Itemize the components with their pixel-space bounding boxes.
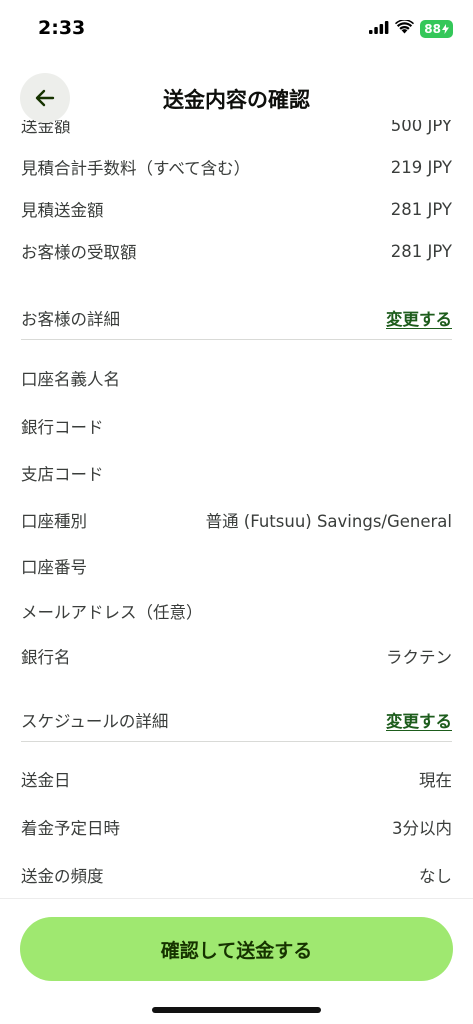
- confirm-and-send-button[interactable]: 確認して送金する: [20, 917, 453, 981]
- row-value: 3分以内: [392, 819, 452, 838]
- detail-row-bank-code: 銀行コード: [0, 402, 473, 449]
- row-label: お客様の受取額: [21, 243, 137, 262]
- row-label: 口座番号: [21, 557, 87, 577]
- charging-bolt-icon: [442, 23, 449, 34]
- row-label: メールアドレス（任意）: [21, 602, 203, 622]
- summary-row-converted-amount: 見積送金額 281 JPY: [0, 188, 473, 230]
- row-label: 見積送金額: [21, 201, 104, 220]
- status-icons: 88: [369, 19, 453, 38]
- header: 送金内容の確認: [0, 56, 473, 123]
- detail-row-account-type: 口座種別 普通 (Futsuu) Savings/General: [0, 497, 473, 543]
- wifi-icon: [395, 19, 415, 38]
- row-label: 口座種別: [21, 512, 87, 531]
- row-label: 銀行コード: [21, 417, 104, 437]
- summary-row-fee: 見積合計手数料（すべて含む） 219 JPY: [0, 146, 473, 188]
- bottom-action-bar: 確認して送金する: [0, 898, 473, 1024]
- row-label: 送金日: [21, 771, 71, 790]
- detail-row-account-holder: 口座名義人名: [0, 354, 473, 402]
- content: 送金額 500 JPY 見積合計手数料（すべて含む） 219 JPY 見積送金額…: [0, 112, 473, 898]
- page-title: 送金内容の確認: [163, 88, 310, 112]
- battery-icon: 88: [420, 19, 453, 38]
- schedule-row-transfer-date: 送金日 現在: [0, 755, 473, 803]
- status-bar: 2:33 88: [0, 0, 473, 56]
- recipient-details: 口座名義人名 銀行コード 支店コード 口座種別 普通 (Futsuu) Savi…: [0, 354, 473, 678]
- section-title: スケジュールの詳細: [21, 711, 169, 731]
- status-time: 2:33: [38, 17, 86, 39]
- row-label: 支店コード: [21, 465, 104, 484]
- schedule-details: 送金日 現在 着金予定日時 3分以内 送金の頻度 なし: [0, 755, 473, 898]
- cellular-signal-icon: [369, 19, 389, 38]
- transfer-summary: 送金額 500 JPY 見積合計手数料（すべて含む） 219 JPY 見積送金額…: [0, 112, 473, 272]
- row-value: 219 JPY: [390, 157, 452, 177]
- row-value: 281 JPY: [390, 199, 452, 219]
- detail-row-branch-code: 支店コード: [0, 449, 473, 497]
- section-title: お客様の詳細: [21, 309, 120, 329]
- schedule-row-frequency: 送金の頻度 なし: [0, 851, 473, 898]
- row-label: 送金の頻度: [21, 867, 104, 886]
- detail-row-bank-name: 銀行名 ラクテン: [0, 633, 473, 678]
- row-label: 着金予定日時: [21, 819, 120, 838]
- row-value: 現在: [419, 771, 452, 790]
- row-label: 銀行名: [21, 647, 71, 667]
- row-value: ラクテン: [386, 647, 452, 667]
- row-value: 普通 (Futsuu) Savings/General: [205, 512, 452, 531]
- detail-row-account-number: 口座番号: [0, 543, 473, 588]
- content-scroll-area[interactable]: 送金額 500 JPY 見積合計手数料（すべて含む） 219 JPY 見積送金額…: [0, 112, 473, 898]
- edit-schedule-link[interactable]: 変更する: [386, 708, 452, 732]
- edit-recipient-link[interactable]: 変更する: [386, 306, 452, 330]
- row-value: なし: [419, 867, 452, 886]
- detail-row-email: メールアドレス（任意）: [0, 588, 473, 633]
- schedule-row-arrival: 着金予定日時 3分以内: [0, 803, 473, 851]
- schedule-section-header: スケジュールの詳細 変更する: [21, 698, 452, 742]
- recipient-section-header: お客様の詳細 変更する: [21, 296, 452, 340]
- summary-row-received-amount: お客様の受取額 281 JPY: [0, 230, 473, 272]
- home-indicator[interactable]: [152, 1007, 321, 1013]
- row-label: 見積合計手数料（すべて含む）: [21, 159, 251, 178]
- row-label: 口座名義人名: [21, 370, 120, 389]
- row-value: 281 JPY: [390, 241, 452, 261]
- battery-level: 88: [424, 21, 441, 36]
